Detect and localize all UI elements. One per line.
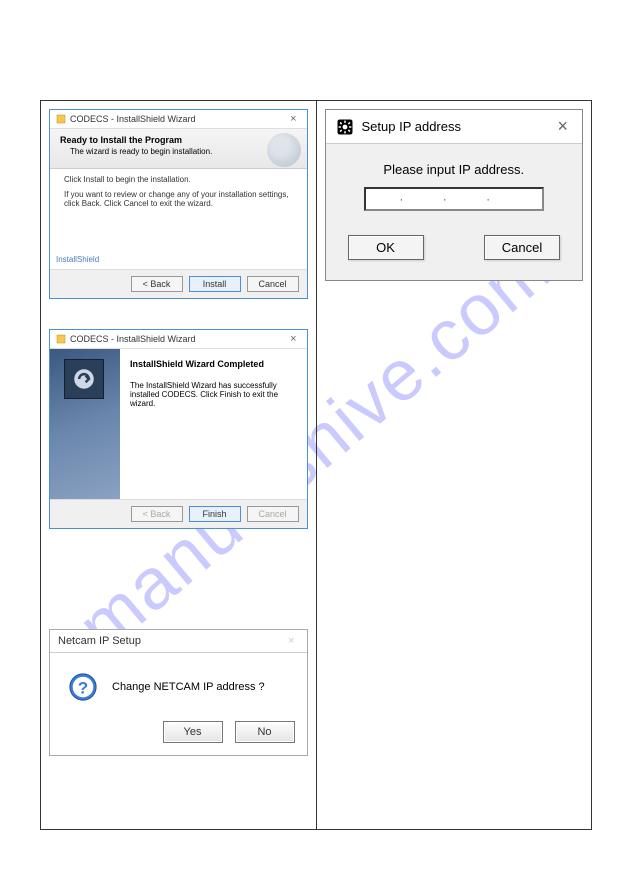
cancel-button: Cancel — [247, 506, 299, 522]
window-title-text: CODECS - InstallShield Wizard — [70, 114, 196, 124]
yes-button[interactable]: Yes — [163, 721, 223, 743]
window-titlebar: Setup IP address × — [326, 110, 583, 144]
ip-address-input[interactable]: · · · — [364, 187, 544, 211]
app-icon — [56, 334, 66, 344]
window-titlebar: Netcam IP Setup × — [50, 630, 307, 653]
installshield-brand: InstallShield — [56, 255, 99, 264]
close-icon[interactable]: × — [286, 333, 300, 345]
gear-icon — [336, 118, 354, 136]
close-icon: × — [284, 635, 298, 647]
no-button[interactable]: No — [235, 721, 295, 743]
back-button[interactable]: < Back — [131, 276, 183, 292]
svg-text:?: ? — [78, 679, 88, 698]
dialog-footer: < Back Finish Cancel — [50, 499, 307, 528]
ip-prompt-message: Please input IP address. — [326, 162, 583, 177]
cancel-button[interactable]: Cancel — [247, 276, 299, 292]
dialog-body: Please input IP address. · · · — [326, 144, 583, 231]
installshield-ready-dialog: CODECS - InstallShield Wizard × Ready to… — [49, 109, 308, 299]
dialog-body: Click Install to begin the installation.… — [50, 169, 307, 269]
netcam-ip-prompt-dialog: Netcam IP Setup × ? Change NETCAM IP add… — [49, 629, 308, 756]
close-icon[interactable]: × — [286, 113, 300, 125]
install-button[interactable]: Install — [189, 276, 241, 292]
dialog-footer: < Back Install Cancel — [50, 269, 307, 298]
installshield-complete-dialog: CODECS - InstallShield Wizard × InstallS… — [49, 329, 308, 529]
dialog-footer: Yes No — [50, 713, 307, 755]
window-titlebar: CODECS - InstallShield Wizard × — [50, 110, 307, 129]
right-column: Setup IP address × Please input IP addre… — [316, 101, 592, 830]
installshield-logo-icon — [267, 133, 301, 167]
setup-ip-dialog: Setup IP address × Please input IP addre… — [325, 109, 584, 281]
body-line-1: Click Install to begin the installation. — [64, 175, 293, 184]
window-titlebar: CODECS - InstallShield Wizard × — [50, 330, 307, 349]
complete-body: The InstallShield Wizard has successfull… — [130, 381, 297, 408]
layout-table: CODECS - InstallShield Wizard × Ready to… — [40, 100, 592, 830]
dialog-footer: OK Cancel — [326, 231, 583, 280]
header-title: Ready to Install the Program — [60, 135, 297, 145]
dialog-body: InstallShield Wizard Completed The Insta… — [50, 349, 307, 499]
complete-title: InstallShield Wizard Completed — [130, 359, 297, 369]
header-subtitle: The wizard is ready to begin installatio… — [60, 147, 297, 156]
window-title-text: Setup IP address — [362, 119, 462, 134]
window-title-text: Netcam IP Setup — [58, 635, 141, 647]
dialog-body: ? Change NETCAM IP address ? — [50, 653, 307, 713]
body-line-2: If you want to review or change any of y… — [64, 190, 293, 208]
dialog-header: Ready to Install the Program The wizard … — [50, 129, 307, 169]
prompt-question: Change NETCAM IP address ? — [112, 681, 265, 693]
installer-box-icon — [64, 359, 104, 399]
close-icon[interactable]: × — [553, 116, 572, 137]
side-panel — [50, 349, 120, 499]
back-button: < Back — [131, 506, 183, 522]
finish-button[interactable]: Finish — [189, 506, 241, 522]
window-title-text: CODECS - InstallShield Wizard — [70, 334, 196, 344]
app-icon — [56, 114, 66, 124]
content-panel: InstallShield Wizard Completed The Insta… — [120, 349, 307, 499]
question-icon: ? — [68, 672, 98, 702]
ok-button[interactable]: OK — [348, 235, 424, 260]
cancel-button[interactable]: Cancel — [484, 235, 560, 260]
left-column: CODECS - InstallShield Wizard × Ready to… — [41, 101, 317, 830]
